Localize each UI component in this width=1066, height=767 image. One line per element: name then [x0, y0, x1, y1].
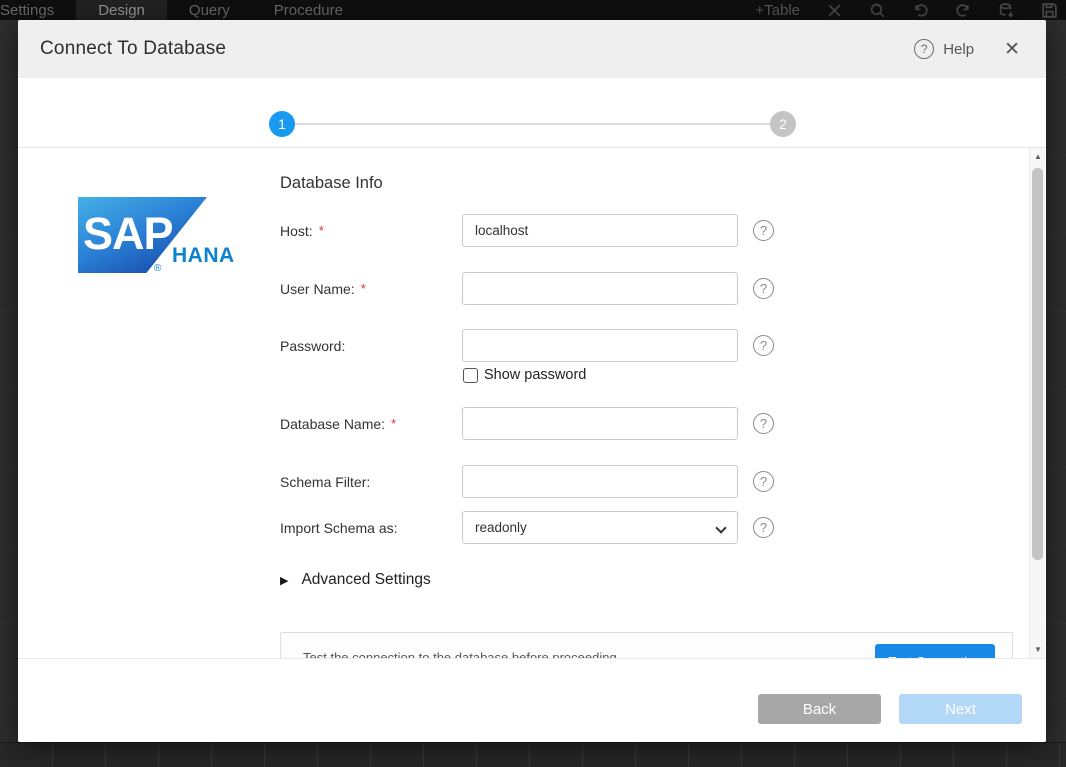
- host-required-marker: *: [319, 223, 324, 238]
- username-input[interactable]: [462, 272, 738, 305]
- stepper-connector: [295, 123, 771, 125]
- show-password-checkbox[interactable]: Show password: [463, 367, 586, 383]
- username-required-marker: *: [361, 281, 366, 296]
- step-1-circle[interactable]: 1: [269, 111, 295, 137]
- import-schema-label: Import Schema as:: [280, 511, 398, 544]
- dialog-content: SAP ® HANA Database Info Host: * ? User …: [18, 148, 1046, 658]
- advanced-settings-toggle[interactable]: ▶ Advanced Settings: [280, 571, 431, 589]
- tab-design[interactable]: Design: [76, 0, 167, 20]
- username-label-text: User Name:: [280, 281, 355, 297]
- database-name-label-text: Database Name:: [280, 416, 385, 432]
- step-2-circle: 2: [770, 111, 796, 137]
- database-name-label: Database Name: *: [280, 407, 396, 440]
- registered-mark: ®: [154, 263, 161, 274]
- show-password-label: Show password: [484, 367, 586, 383]
- add-table-button[interactable]: +Table: [755, 0, 800, 20]
- test-connection-panel: Test the connection to the database befo…: [280, 632, 1013, 658]
- password-label-text: Password:: [280, 338, 345, 354]
- tab-procedure[interactable]: Procedure: [252, 0, 365, 20]
- wizard-stepper: 1 2 Configure Settings Select Tables: [18, 78, 1046, 148]
- dialog-header: Connect To Database ? Help ✕: [18, 20, 1046, 78]
- content-scrollbar[interactable]: ▲ ▼: [1029, 148, 1045, 658]
- hana-logo-text: HANA: [172, 244, 235, 268]
- help-icon[interactable]: ?: [914, 39, 934, 59]
- username-label: User Name: *: [280, 272, 366, 305]
- next-button[interactable]: Next: [899, 694, 1022, 724]
- connect-to-database-dialog: Connect To Database ? Help ✕ 1 2 Configu…: [18, 20, 1046, 742]
- undo-icon[interactable]: [912, 2, 929, 19]
- chevron-down-icon: [715, 522, 726, 533]
- scrollbar-thumb[interactable]: [1032, 168, 1043, 560]
- dialog-close-icon[interactable]: ✕: [1004, 40, 1020, 59]
- import-schema-label-text: Import Schema as:: [280, 520, 398, 536]
- dialog-title: Connect To Database: [40, 38, 226, 60]
- host-help-icon[interactable]: ?: [753, 220, 774, 241]
- schema-filter-help-icon[interactable]: ?: [753, 471, 774, 492]
- save-icon[interactable]: [1041, 2, 1058, 19]
- host-label: Host: *: [280, 214, 324, 247]
- database-export-icon[interactable]: [998, 2, 1015, 19]
- username-help-icon[interactable]: ?: [753, 278, 774, 299]
- sap-hana-logo: SAP ® HANA: [78, 197, 234, 281]
- schema-filter-label-text: Schema Filter:: [280, 474, 370, 490]
- back-button[interactable]: Back: [758, 694, 881, 724]
- import-schema-help-icon[interactable]: ?: [753, 517, 774, 538]
- tab-settings[interactable]: Settings: [0, 0, 76, 20]
- host-label-text: Host:: [280, 223, 313, 239]
- host-input[interactable]: [462, 214, 738, 247]
- database-name-help-icon[interactable]: ?: [753, 413, 774, 434]
- advanced-settings-label: Advanced Settings: [301, 571, 430, 589]
- password-input[interactable]: [462, 329, 738, 362]
- import-schema-value: readonly: [475, 520, 527, 535]
- schema-filter-input[interactable]: [462, 465, 738, 498]
- database-name-input[interactable]: [462, 407, 738, 440]
- dimmed-table-grid: [0, 742, 1066, 767]
- checkbox-box[interactable]: [463, 368, 478, 383]
- close-icon[interactable]: [826, 2, 843, 19]
- app-top-bar: Settings Design Query Procedure +Table: [0, 0, 1066, 20]
- search-icon[interactable]: [869, 2, 886, 19]
- scroll-up-icon[interactable]: ▲: [1030, 152, 1046, 161]
- scroll-down-icon[interactable]: ▼: [1030, 645, 1046, 654]
- import-schema-select[interactable]: readonly: [462, 511, 738, 544]
- help-link[interactable]: Help: [943, 41, 974, 58]
- test-connection-note: Test the connection to the database befo…: [303, 650, 617, 658]
- section-title: Database Info: [280, 174, 383, 193]
- test-connection-button[interactable]: Test Connection: [875, 644, 995, 658]
- password-label: Password:: [280, 329, 345, 362]
- tab-query[interactable]: Query: [167, 0, 252, 20]
- expand-arrow-icon: ▶: [280, 574, 288, 587]
- redo-icon[interactable]: [955, 2, 972, 19]
- schema-filter-label: Schema Filter:: [280, 465, 370, 498]
- password-help-icon[interactable]: ?: [753, 335, 774, 356]
- database-name-required-marker: *: [391, 416, 396, 431]
- dialog-footer: Back Next: [18, 658, 1046, 742]
